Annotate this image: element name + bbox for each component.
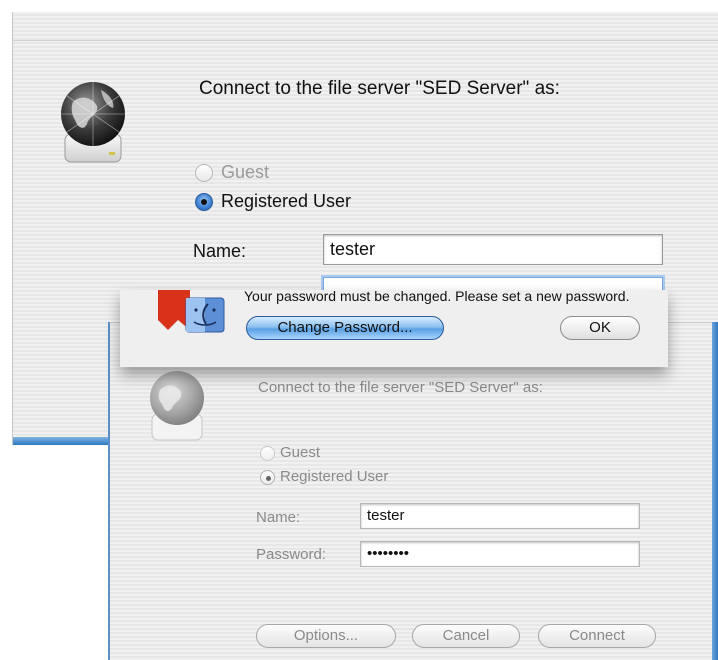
window-right-edge <box>712 322 718 660</box>
server-prompt: Connect to the file server "SED Server" … <box>199 78 560 99</box>
guest-label-dimmed: Guest <box>280 444 321 461</box>
name-label: Name: <box>193 241 247 261</box>
password-value-dimmed: •••••••• <box>367 545 410 562</box>
ok-button[interactable]: OK <box>560 316 640 340</box>
password-change-alert: Your password must be changed. Please se… <box>120 288 668 367</box>
guest-label: Guest <box>221 162 270 182</box>
registered-user-radio[interactable] <box>195 193 213 211</box>
name-field-dimmed[interactable]: tester <box>360 503 640 529</box>
guest-radio[interactable] <box>195 164 213 182</box>
file-server-globe-icon <box>61 82 125 163</box>
connect-button[interactable]: Connect <box>538 624 656 648</box>
title-divider <box>13 40 718 41</box>
alert-finder-icon <box>158 290 225 333</box>
registered-user-radio-dimmed[interactable] <box>260 470 275 485</box>
alert-message: Your password must be changed. Please se… <box>244 288 630 304</box>
connect-dialog-front: Connect to the file server "SED Server" … <box>108 322 718 660</box>
cancel-button[interactable]: Cancel <box>412 624 520 648</box>
name-label-dimmed: Name: <box>256 509 301 526</box>
password-label-dimmed: Password: <box>256 546 327 563</box>
registered-user-label: Registered User <box>221 191 352 211</box>
name-field[interactable]: tester <box>323 234 663 265</box>
server-prompt-dimmed: Connect to the file server "SED Server" … <box>258 379 543 396</box>
name-value: tester <box>330 239 376 259</box>
file-server-globe-icon-dimmed <box>150 371 204 441</box>
name-value-dimmed: tester <box>367 507 405 524</box>
options-button[interactable]: Options... <box>256 624 396 648</box>
registered-user-label-dimmed: Registered User <box>280 468 389 485</box>
guest-radio-dimmed[interactable] <box>260 446 275 461</box>
change-password-button[interactable]: Change Password... <box>246 316 444 340</box>
password-field-dimmed[interactable]: •••••••• <box>360 541 640 567</box>
